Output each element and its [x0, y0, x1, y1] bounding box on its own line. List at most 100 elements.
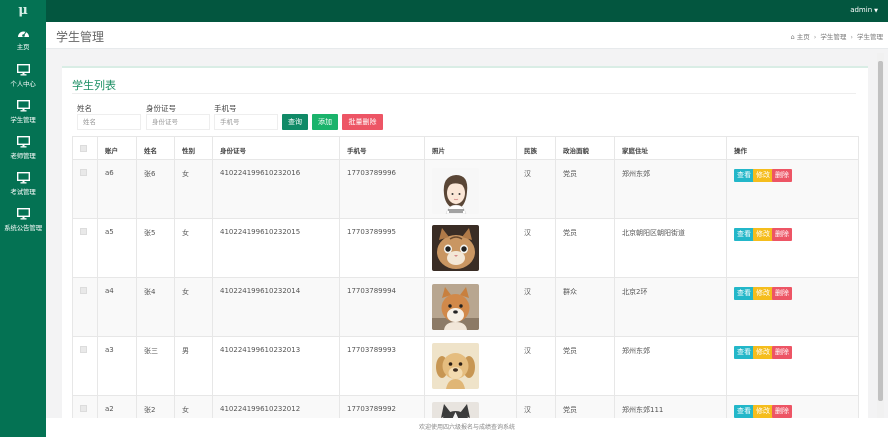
phone-input[interactable]: 手机号: [214, 114, 278, 130]
home-icon: ⌂: [790, 33, 795, 41]
view-button[interactable]: 查看: [734, 346, 754, 359]
checkbox[interactable]: [80, 169, 87, 176]
row-checkbox-cell[interactable]: [72, 218, 98, 278]
cell-ethnic: 汉: [516, 336, 556, 396]
cell-actions: 查看 修改 删除: [726, 218, 859, 278]
column-header: 姓名: [136, 136, 175, 160]
monitor-icon: [16, 208, 30, 220]
breadcrumb-item[interactable]: 学生管理: [820, 33, 846, 41]
cell-idcard: 410224199610232015: [212, 218, 340, 278]
table-row: a6 张6 女 410224199610232016 17703789996 汉…: [72, 159, 859, 219]
cell-ethnic: 汉: [516, 159, 556, 219]
cell-address: 郑州东郊: [614, 336, 727, 396]
view-button[interactable]: 查看: [734, 287, 754, 300]
cell-ethnic: 汉: [516, 395, 556, 418]
sidebar-item-profile[interactable]: 个人中心: [0, 64, 46, 98]
row-checkbox-cell[interactable]: [72, 336, 98, 396]
column-header: 操作: [726, 136, 859, 160]
delete-button[interactable]: 删除: [772, 228, 792, 241]
checkbox[interactable]: [80, 405, 87, 412]
edit-button[interactable]: 修改: [753, 346, 773, 359]
delete-button[interactable]: 删除: [772, 346, 792, 359]
cell-address: 郑州东郊111: [614, 395, 727, 418]
phone-label: 手机号: [214, 104, 237, 113]
edit-button[interactable]: 修改: [753, 228, 773, 241]
row-checkbox-cell[interactable]: [72, 395, 98, 418]
sidebar-item-notices[interactable]: 系统公告管理: [0, 208, 46, 242]
edit-button[interactable]: 修改: [753, 405, 773, 418]
cell-gender: 女: [174, 277, 213, 337]
sidebar-item-label: 学生管理: [10, 116, 36, 124]
view-button[interactable]: 查看: [734, 405, 754, 418]
cell-name: 张5: [136, 218, 175, 278]
edit-button[interactable]: 修改: [753, 287, 773, 300]
view-button[interactable]: 查看: [734, 228, 754, 241]
idcard-input[interactable]: 身份证号: [146, 114, 210, 130]
student-photo[interactable]: [432, 343, 479, 389]
add-button[interactable]: 添加: [312, 114, 338, 130]
caret-down-icon: ▼: [874, 8, 878, 14]
cell-address: 郑州东郊: [614, 159, 727, 219]
cell-name: 张2: [136, 395, 175, 418]
cell-photo: [424, 218, 517, 278]
cell-photo: [424, 395, 517, 418]
sidebar-item-label: 主页: [16, 43, 30, 51]
monitor-icon: [16, 100, 30, 112]
column-header: 政治面貌: [555, 136, 615, 160]
delete-button[interactable]: 删除: [772, 169, 792, 182]
scrollbar-thumb[interactable]: [878, 61, 883, 401]
name-input[interactable]: 姓名: [77, 114, 141, 130]
checkbox[interactable]: [80, 145, 87, 152]
cell-gender: 女: [174, 395, 213, 418]
cell-phone: 17703789993: [339, 336, 425, 396]
cell-account: a3: [97, 336, 137, 396]
cell-political: 党员: [555, 395, 615, 418]
student-photo[interactable]: [432, 168, 479, 214]
cell-idcard: 410224199610232012: [212, 395, 340, 418]
student-table: 账户 姓名 性别 身份证号 手机号 照片 民族 政治面貌 家庭住址 操作 a6: [72, 136, 859, 418]
sidebar-item-teachers[interactable]: 老师管理: [0, 136, 46, 170]
cell-political: 党员: [555, 159, 615, 219]
monitor-icon: [16, 64, 30, 76]
column-header: 手机号: [339, 136, 425, 160]
sidebar-item-label: 老师管理: [10, 152, 36, 160]
cell-idcard: 410224199610232014: [212, 277, 340, 337]
student-photo[interactable]: [432, 402, 479, 418]
cell-account: a5: [97, 218, 137, 278]
edit-button[interactable]: 修改: [753, 169, 773, 182]
chevron-right-icon: ›: [813, 33, 817, 41]
delete-button[interactable]: 删除: [772, 405, 792, 418]
select-all-checkbox[interactable]: [72, 136, 98, 160]
batch-delete-button[interactable]: 批量删除: [342, 114, 383, 130]
sidebar-item-label: 考试管理: [10, 188, 36, 196]
user-menu[interactable]: admin ▼: [850, 6, 878, 14]
checkbox[interactable]: [80, 287, 87, 294]
checkbox[interactable]: [80, 346, 87, 353]
student-photo[interactable]: [432, 225, 479, 271]
page-title: 学生管理: [56, 30, 105, 44]
breadcrumb-home[interactable]: 主页: [797, 33, 810, 41]
app-logo[interactable]: μ: [0, 0, 46, 22]
delete-button[interactable]: 删除: [772, 287, 792, 300]
checkbox[interactable]: [80, 228, 87, 235]
sidebar-item-exams[interactable]: 考试管理: [0, 172, 46, 206]
sidebar-item-students[interactable]: 学生管理: [0, 100, 46, 134]
cell-phone: 17703789992: [339, 395, 425, 418]
page-scrollbar[interactable]: [877, 53, 884, 437]
sidebar: 主页 个人中心 学生管理 老师管理 考试管理 系统公告管理: [0, 22, 46, 437]
cell-address: 北京2环: [614, 277, 727, 337]
cell-name: 张6: [136, 159, 175, 219]
query-button[interactable]: 查询: [282, 114, 308, 130]
cell-actions: 查看 修改 删除: [726, 159, 859, 219]
cell-phone: 17703789995: [339, 218, 425, 278]
column-header: 账户: [97, 136, 137, 160]
row-checkbox-cell[interactable]: [72, 159, 98, 219]
chevron-right-icon: ›: [850, 33, 853, 41]
student-photo[interactable]: [432, 284, 479, 330]
view-button[interactable]: 查看: [734, 169, 754, 182]
sidebar-item-home[interactable]: 主页: [0, 28, 46, 62]
cell-account: a4: [97, 277, 137, 337]
sidebar-item-label: 个人中心: [10, 80, 36, 88]
row-checkbox-cell[interactable]: [72, 277, 98, 337]
cell-actions: 查看 修改 删除: [726, 277, 859, 337]
